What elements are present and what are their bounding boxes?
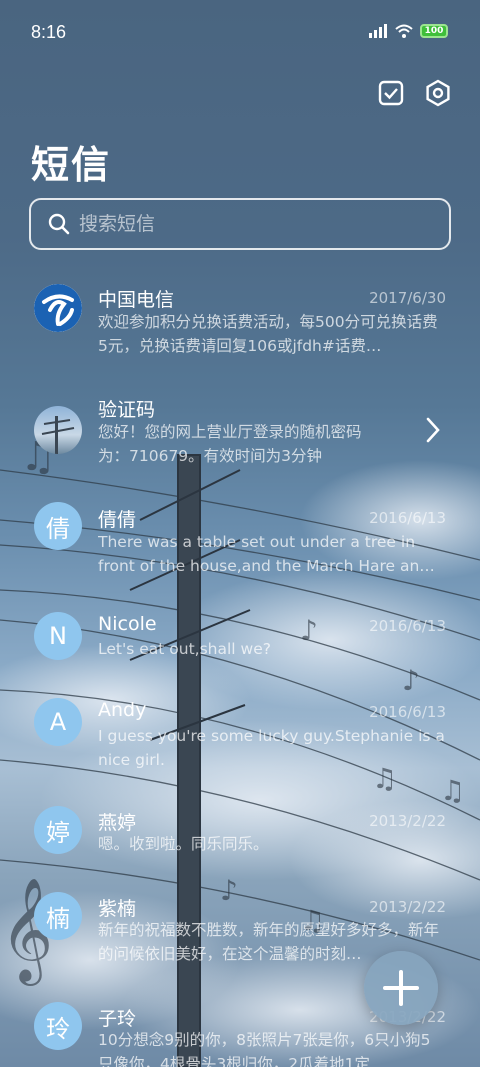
message-preview: Let's eat out,shall we? — [98, 640, 271, 658]
avatar: 倩 — [34, 502, 82, 550]
chevron-right-icon[interactable] — [424, 416, 442, 444]
avatar: 楠 — [34, 892, 82, 940]
contact-name: 中国电信 — [98, 289, 175, 311]
battery-icon: 100 — [420, 24, 448, 38]
contact-name: Andy — [98, 699, 147, 721]
message-date: 2016/6/13 — [369, 509, 446, 527]
contact-name: 验证码 — [98, 399, 156, 421]
conversation-item[interactable]: 中国电信 2017/6/30 欢迎参加积分兑换话费活动，每500分可兑换话费5元… — [0, 282, 480, 382]
avatar: N — [34, 612, 82, 660]
message-preview: There was a table set out under a tree i… — [98, 533, 435, 575]
message-preview: 10分想念9别的你，8张照片7张是你，6只小狗5只像你，4根骨头3根归你，2瓜着… — [98, 1031, 431, 1067]
contact-name: 紫楠 — [98, 898, 137, 920]
avatar: 婷 — [34, 806, 82, 854]
message-preview: 欢迎参加积分兑换话费活动，每500分可兑换话费5元，兑换话费请回复106或jfd… — [98, 313, 438, 355]
plus-icon — [383, 970, 419, 1006]
conversation-item[interactable]: 婷 燕婷 2013/2/22 嗯。收到啦。同乐同乐。 — [0, 806, 480, 906]
message-date: 2013/2/22 — [369, 898, 446, 916]
signal-icon — [369, 24, 387, 38]
status-bar: 8:16 100 — [0, 0, 480, 68]
telecom-logo-icon — [34, 284, 82, 332]
conversation-item[interactable]: 倩 倩倩 2016/6/13 There was a table set out… — [0, 502, 480, 602]
message-date: 2016/6/13 — [369, 617, 446, 635]
message-preview: I guess you're some lucky guy.Stephanie … — [98, 727, 445, 769]
contact-name: Nicole — [98, 613, 157, 635]
wifi-icon — [395, 24, 413, 38]
message-preview: 您好！您的网上营业厅登录的随机密码为：710679。有效时间为3分钟 — [98, 423, 362, 465]
status-icons: 100 — [368, 24, 448, 38]
photo-thumbnail-icon — [41, 416, 75, 454]
contact-name: 倩倩 — [98, 509, 137, 531]
new-message-button[interactable] — [364, 951, 438, 1025]
contact-name: 燕婷 — [98, 812, 137, 834]
gear-icon[interactable] — [424, 79, 452, 107]
conversation-item[interactable]: A Andy 2016/6/13 I guess you're some luc… — [0, 698, 480, 798]
check-square-icon[interactable] — [377, 79, 405, 107]
avatar: 玲 — [34, 1002, 82, 1050]
conversation-item[interactable]: N Nicole 2016/6/13 Let's eat out,shall w… — [0, 612, 480, 712]
search-icon — [48, 213, 70, 235]
conversation-item[interactable]: 验证码 您好！您的网上营业厅登录的随机密码为：710679。有效时间为3分钟 — [0, 392, 480, 492]
message-date: 2016/6/13 — [369, 703, 446, 721]
message-preview: 嗯。收到啦。同乐同乐。 — [98, 835, 269, 853]
china-telecom-logo — [34, 284, 82, 332]
search-bar[interactable] — [29, 198, 451, 250]
avatar: A — [34, 698, 82, 746]
page-title: 短信 — [31, 143, 112, 187]
message-date: 2013/2/22 — [369, 812, 446, 830]
search-input[interactable] — [79, 213, 419, 235]
avatar-photo — [34, 406, 82, 454]
contact-name: 子玲 — [98, 1008, 137, 1030]
message-date: 2017/6/30 — [369, 289, 446, 307]
status-time: 8:16 — [31, 22, 67, 42]
